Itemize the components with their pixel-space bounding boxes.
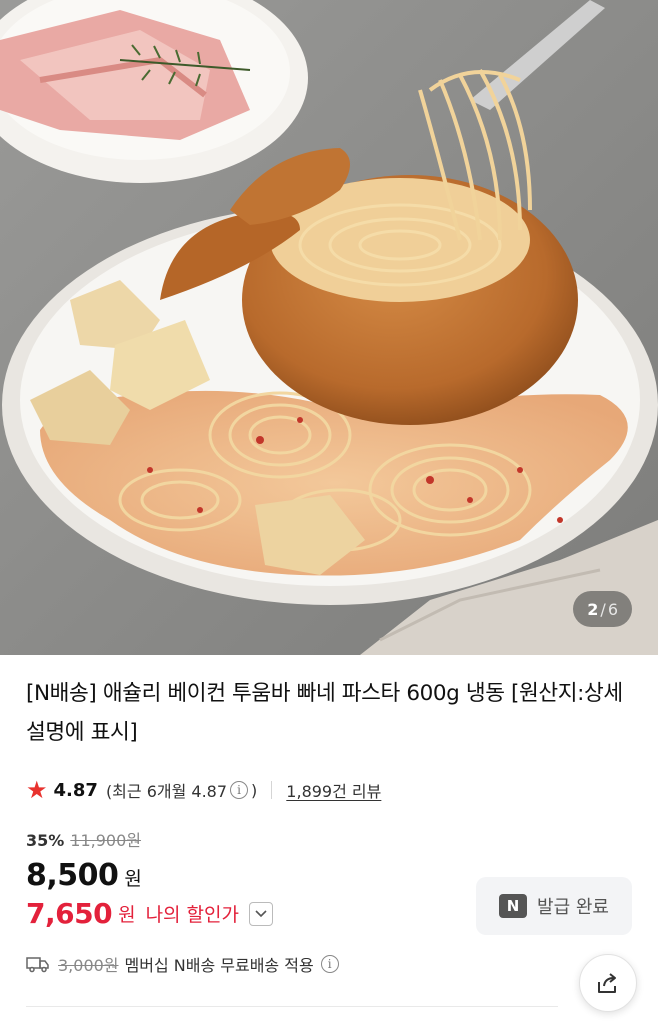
info-icon[interactable]: i bbox=[230, 781, 249, 799]
shipping-text: 멤버십 N배송 무료배송 적용 bbox=[124, 956, 314, 975]
chevron-down-icon bbox=[255, 909, 267, 917]
total-pages: 6 bbox=[607, 599, 618, 619]
page-separator: / bbox=[600, 599, 606, 619]
n-badge-icon: N bbox=[499, 894, 528, 918]
coupon-issued-button[interactable]: N 발급 완료 bbox=[476, 877, 632, 935]
current-page: 2 bbox=[587, 599, 599, 619]
product-image-carousel[interactable]: 2 / 6 bbox=[0, 0, 658, 655]
shipping-fee: 3,000원 bbox=[58, 956, 119, 975]
recent-rating: (최근 6개월 4.87 i ) bbox=[106, 778, 257, 802]
member-price-currency: 원 bbox=[118, 904, 136, 926]
member-price-label: 나의 할인가 bbox=[145, 904, 240, 926]
price-currency: 원 bbox=[124, 868, 142, 890]
recent-rating-close: ) bbox=[251, 780, 258, 800]
shipping-row: 3,000원 멤버십 N배송 무료배송 적용 i bbox=[26, 952, 342, 976]
price-row: 8,500 원 bbox=[26, 858, 142, 893]
review-count-link[interactable]: 1,899건 리뷰 bbox=[286, 778, 381, 802]
product-photo bbox=[0, 0, 658, 655]
discount-row: 35% 11,900원 bbox=[26, 827, 141, 851]
product-title: [N배송] 애슐리 베이컨 투움바 빠네 파스타 600g 냉동 [원산지:상세… bbox=[26, 681, 623, 745]
image-page-indicator: 2 / 6 bbox=[573, 591, 632, 627]
discount-rate: 35% bbox=[26, 831, 65, 850]
member-price-toggle[interactable] bbox=[249, 901, 274, 926]
member-price: 7,650 bbox=[26, 897, 113, 930]
shipping-info-icon[interactable]: i bbox=[320, 955, 339, 973]
truck-icon bbox=[26, 957, 49, 973]
rating-score: 4.87 bbox=[53, 779, 98, 801]
member-price-row: 7,650 원 나의 할인가 bbox=[26, 897, 274, 930]
recent-rating-label: (최근 6개월 4.87 bbox=[105, 782, 228, 801]
section-divider bbox=[26, 1006, 558, 1007]
share-icon bbox=[598, 973, 616, 993]
share-button[interactable] bbox=[579, 954, 637, 1012]
star-icon: ★ bbox=[26, 776, 48, 804]
coupon-label: 발급 완료 bbox=[537, 897, 609, 918]
sale-price: 8,500 bbox=[26, 858, 119, 893]
rating-row: ★ 4.87 (최근 6개월 4.87 i ) 1,899건 리뷰 bbox=[26, 776, 381, 804]
original-price: 11,900원 bbox=[70, 831, 142, 850]
divider bbox=[271, 781, 273, 799]
